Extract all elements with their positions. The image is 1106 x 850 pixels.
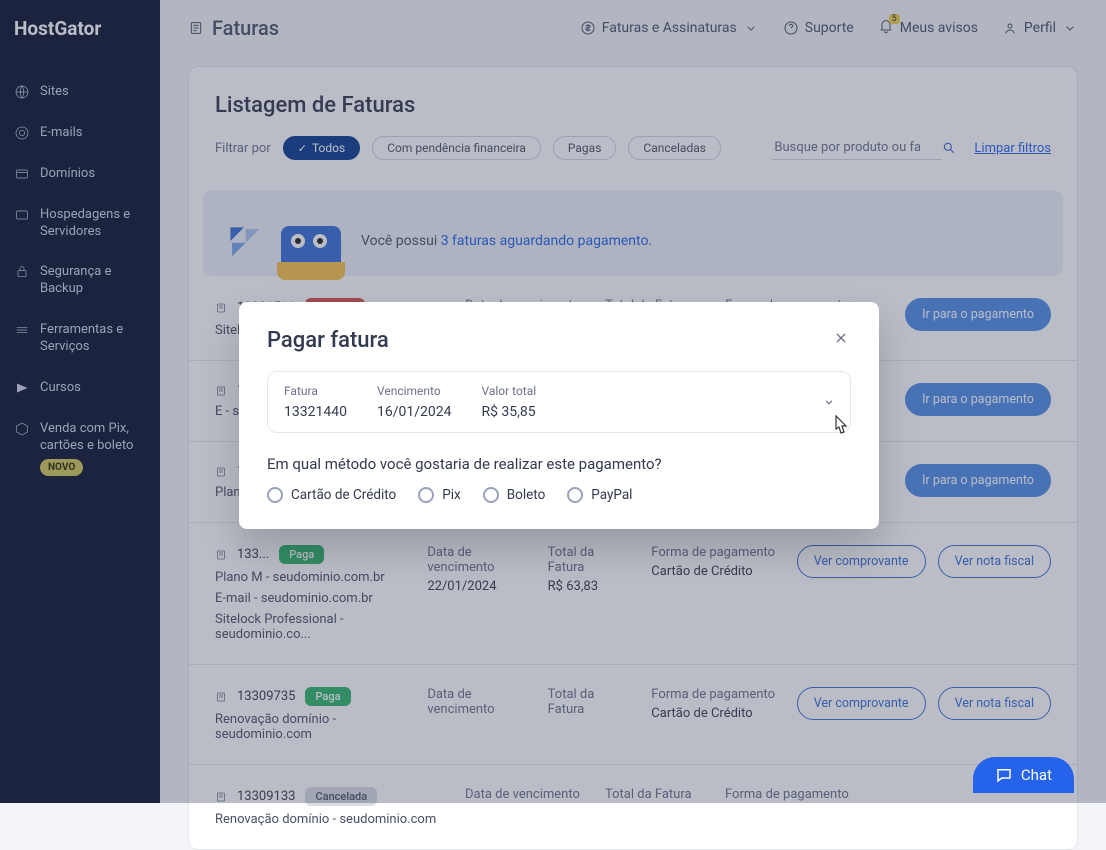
- close-icon[interactable]: [831, 328, 851, 348]
- radio-boleto[interactable]: Boleto: [483, 487, 546, 503]
- modal-invoice-summary[interactable]: Fatura13321440 Vencimento16/01/2024 Valo…: [267, 371, 851, 433]
- radio-paypal[interactable]: PayPal: [567, 487, 632, 503]
- radio-pix[interactable]: Pix: [418, 487, 461, 503]
- invoice-description: Renovação domínio - seudominio.com: [215, 812, 445, 827]
- chat-icon: [995, 766, 1013, 784]
- chevron-down-icon: [822, 395, 836, 409]
- modal-title: Pagar fatura: [267, 328, 831, 353]
- modal-question: Em qual método você gostaria de realizar…: [239, 433, 879, 479]
- radio-cartao[interactable]: Cartão de Crédito: [267, 487, 396, 503]
- pay-invoice-modal: Pagar fatura Fatura13321440 Vencimento16…: [239, 302, 879, 529]
- chat-button[interactable]: Chat: [973, 757, 1074, 793]
